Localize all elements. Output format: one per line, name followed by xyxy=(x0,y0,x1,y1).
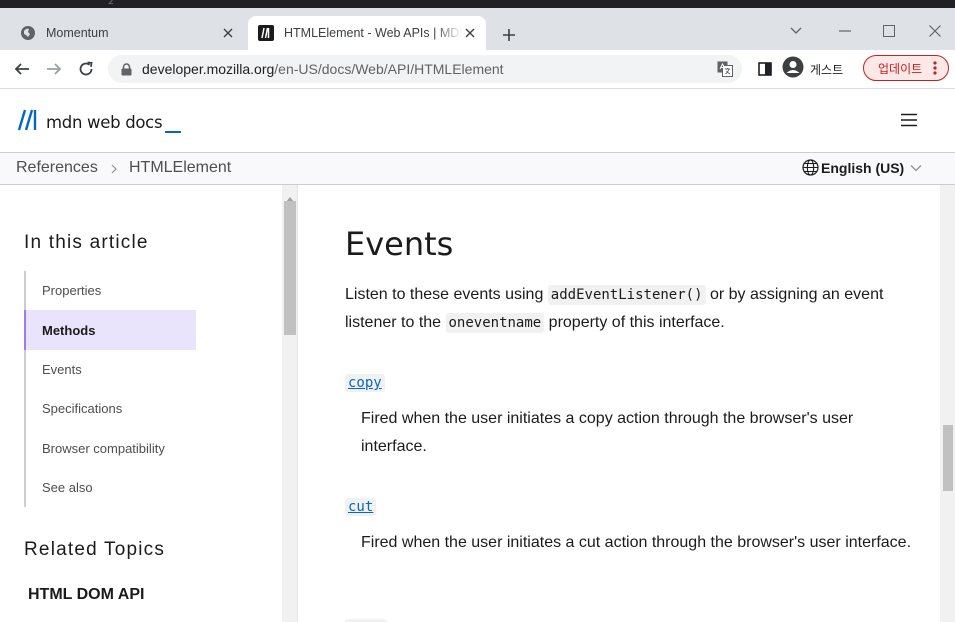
avatar-icon xyxy=(782,56,804,83)
toc-list: Properties Methods Events Specifications… xyxy=(24,271,196,508)
toc-item-browser-compatibility[interactable]: Browser compatibility xyxy=(26,429,196,468)
url-path: /en-US/docs/Web/API/HTMLElement xyxy=(274,61,504,77)
mdn-logo-mark-icon xyxy=(16,109,40,136)
globe-icon xyxy=(20,25,36,41)
event-link-copy[interactable]: copy xyxy=(345,374,385,392)
tab-title: Momentum xyxy=(46,26,109,40)
reload-icon[interactable] xyxy=(73,56,99,82)
event-description-copy: Fired when the user initiates a copy act… xyxy=(361,410,854,455)
new-tab-plus-icon[interactable] xyxy=(498,24,520,46)
back-arrow-icon[interactable] xyxy=(9,56,35,82)
update-label: 업데이트 xyxy=(878,61,923,76)
tab-bar: Momentum HTMLElement - Web APIs | MDN xyxy=(0,8,955,50)
toc-item-events[interactable]: Events xyxy=(26,350,196,389)
mdn-favicon-icon xyxy=(258,25,274,41)
close-tab-icon[interactable] xyxy=(462,25,478,41)
mdn-logo[interactable]: mdn web docs xyxy=(16,109,182,136)
page-scrollbar-thumb[interactable] xyxy=(943,425,953,491)
related-topics-title: Related Topics xyxy=(24,539,166,560)
logo-cursor xyxy=(165,131,182,133)
kebab-menu-icon[interactable] xyxy=(928,61,942,75)
sidebar-scrollbar[interactable] xyxy=(282,185,298,622)
chevron-down-icon xyxy=(910,164,922,172)
page-scrollbar[interactable] xyxy=(940,185,955,622)
profile-label: 게스트 xyxy=(810,62,844,77)
close-tab-icon[interactable] xyxy=(220,25,236,41)
address-bar[interactable]: developer.mozilla.org/en-US/docs/Web/API… xyxy=(108,55,742,83)
breadcrumb-htmlelement[interactable]: HTMLElement xyxy=(129,159,231,177)
maximize-icon[interactable] xyxy=(866,16,912,46)
hamburger-menu-icon[interactable] xyxy=(899,111,919,129)
event-description-cut: Fired when the user initiates a cut acti… xyxy=(361,534,912,551)
oneventname-code: oneventname xyxy=(445,313,545,333)
toc-title: In this article xyxy=(24,232,149,253)
browser-toolbar: developer.mozilla.org/en-US/docs/Web/API… xyxy=(0,50,955,89)
sidebar: In this article Properties Methods Event… xyxy=(0,185,282,622)
tab-title: HTMLElement - Web APIs | MDN xyxy=(284,26,462,40)
minimize-icon[interactable] xyxy=(822,16,868,46)
url-text[interactable]: developer.mozilla.org/en-US/docs/Web/API… xyxy=(142,61,504,77)
side-panel-icon[interactable] xyxy=(754,58,776,80)
intro-text: Listen to these events using xyxy=(345,286,548,303)
language-label: English (US) xyxy=(821,159,905,176)
forward-arrow-icon[interactable] xyxy=(41,56,67,82)
breadcrumb-references[interactable]: References xyxy=(16,159,98,177)
events-heading: Events xyxy=(345,225,454,263)
profile-button[interactable]: 게스트 xyxy=(782,55,843,83)
intro-text: property of this interface. xyxy=(544,314,725,331)
toc-item-methods[interactable]: Methods xyxy=(24,310,196,350)
globe-icon xyxy=(802,159,819,176)
top-strip-text: 2 xyxy=(108,0,115,7)
tab-htmlelement[interactable]: HTMLElement - Web APIs | MDN xyxy=(248,16,486,50)
toc-item-properties[interactable]: Properties xyxy=(26,271,196,310)
translate-icon[interactable] xyxy=(716,60,734,78)
related-topic-html-dom-api[interactable]: HTML DOM API xyxy=(28,586,144,604)
article-content: Events Listen to these events using addE… xyxy=(299,185,940,622)
language-selector[interactable]: English (US) xyxy=(802,159,922,176)
mdn-logo-text: mdn web docs xyxy=(46,113,163,132)
window-top-strip: 2 xyxy=(0,0,955,8)
sidebar-scrollbar-thumb[interactable] xyxy=(284,201,296,335)
lock-icon[interactable] xyxy=(118,62,134,76)
tab-search-chevron-icon[interactable] xyxy=(773,16,819,46)
window-close-icon[interactable] xyxy=(912,16,955,46)
addeventlistener-code: addEventListener() xyxy=(547,285,706,305)
toc-item-specifications[interactable]: Specifications xyxy=(26,389,196,428)
event-link-cut[interactable]: cut xyxy=(345,498,377,516)
breadcrumb-chevron-icon xyxy=(110,162,118,180)
url-host: developer.mozilla.org xyxy=(142,61,275,77)
mdn-header: mdn web docs xyxy=(0,89,955,153)
breadcrumb: References HTMLElement English (US) xyxy=(0,153,955,185)
events-intro: Listen to these events using addEventLis… xyxy=(345,281,905,337)
update-button[interactable]: 업데이트 xyxy=(863,55,949,81)
toc-item-see-also[interactable]: See also xyxy=(26,468,196,507)
tab-momentum[interactable]: Momentum xyxy=(10,16,244,50)
